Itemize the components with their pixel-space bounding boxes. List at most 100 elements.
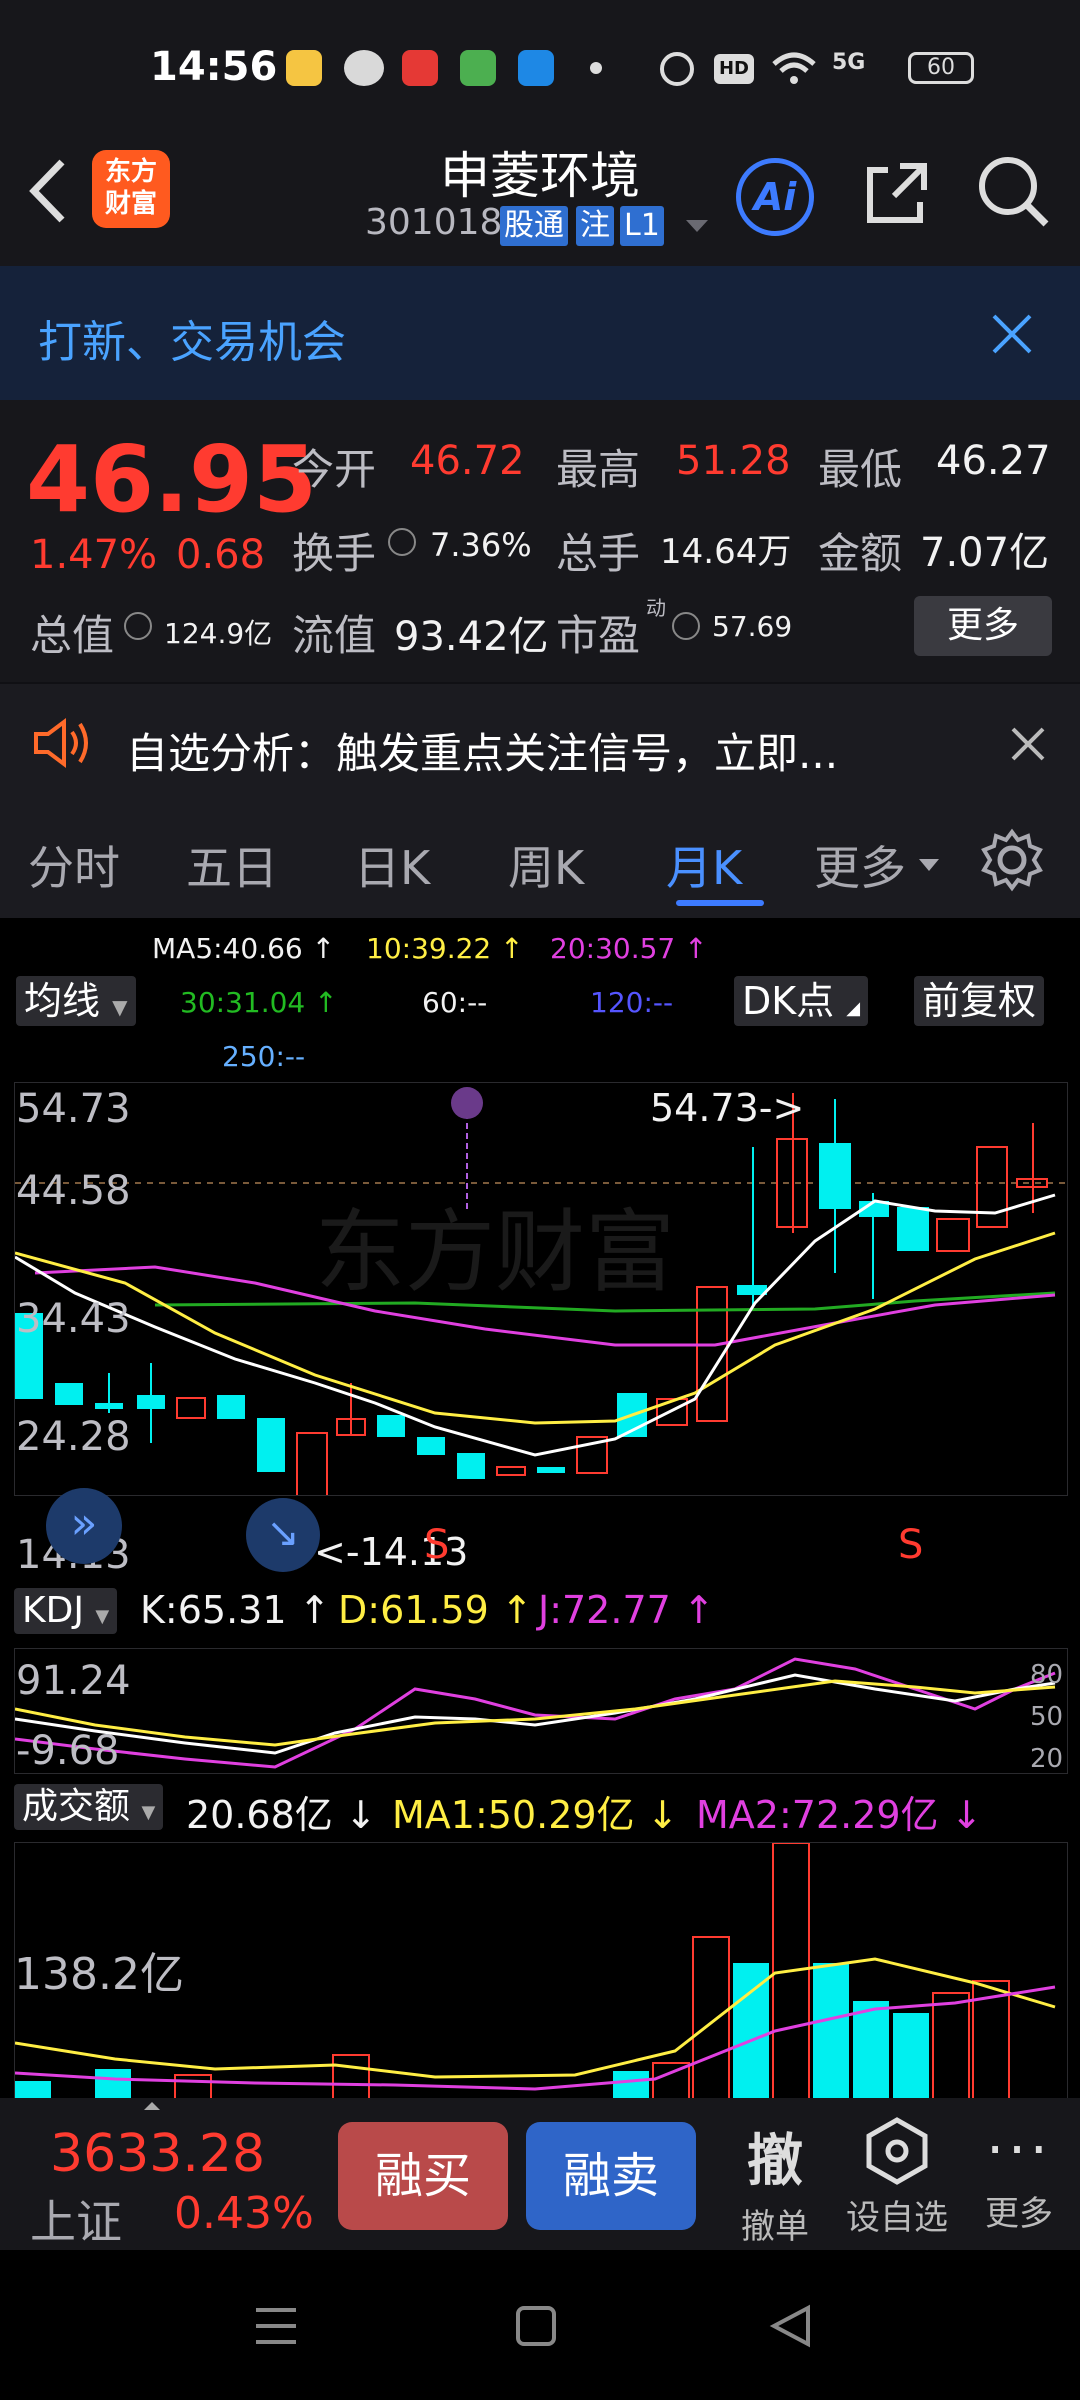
trade-bar: 3633.28 上证 0.43% 融买 融卖 撤 撤单 设自选 ··· 更多 (0, 2098, 1080, 2250)
candle (496, 1466, 526, 1476)
system-navigation-bar (0, 2250, 1080, 2400)
high-marker-dot (451, 1087, 483, 1119)
price-axis-3: 34.43 (16, 1296, 131, 1342)
volume-selector-button[interactable]: 成交额 ▼ (14, 1784, 164, 1830)
volume-bar (174, 2074, 212, 2099)
kdj-d-value: D:61.59 ↑ (338, 1588, 533, 1632)
add-watchlist-button[interactable]: 设自选 (842, 2116, 952, 2239)
candle (976, 1146, 1008, 1228)
back-nav-icon[interactable] (768, 2302, 814, 2350)
ma30-legend: 30:31.04 ↑ (180, 986, 338, 1019)
market-cap-label: 总值 (30, 611, 115, 660)
kdj-d-line (15, 1679, 1056, 1747)
candle (176, 1397, 206, 1419)
tab-daily-k[interactable]: 日K (354, 832, 430, 898)
ai-assistant-icon[interactable]: Ai (736, 158, 814, 236)
more-actions-button[interactable]: ··· 更多 (964, 2116, 1074, 2235)
price-axis-4: 24.28 (16, 1414, 131, 1460)
banner-text[interactable]: 打新、交易机会 (38, 306, 346, 370)
float-cap-value: 93.42亿 (394, 614, 549, 660)
tag-registered: 注 (576, 206, 614, 246)
pe-dynamic-sup: 动 (646, 596, 666, 620)
active-tab-indicator (676, 900, 764, 906)
battery-icon: 60 (908, 52, 974, 84)
kdj-panel[interactable] (14, 1648, 1068, 1774)
wechat-icon (344, 50, 384, 86)
candlestick-panel[interactable]: 东方财富 (14, 1082, 1068, 1496)
kdj-k-text: K:65.31 (140, 1588, 287, 1632)
close-icon[interactable] (1010, 726, 1046, 762)
low-label: 最低 (818, 445, 903, 494)
expand-up-icon[interactable] (144, 2102, 160, 2110)
kdj-level-50: 50 (1030, 1702, 1064, 1732)
tab-more[interactable]: 更多 (814, 832, 906, 898)
ma30-value: 30:31.04 (180, 986, 306, 1019)
open-value: 46.72 (410, 438, 525, 484)
network-5g-icon: 5G (832, 50, 866, 75)
more-dots-icon: ··· (986, 2118, 1052, 2183)
forward-adjust-button[interactable]: 前复权 (914, 976, 1045, 1026)
market-cap-value: 124.9亿 (164, 617, 273, 650)
home-icon[interactable] (514, 2304, 558, 2348)
kdj-j-text: J:72.77 (538, 1588, 671, 1632)
hidden-value-icon[interactable] (672, 612, 700, 640)
index-value[interactable]: 3633.28 (50, 2124, 265, 2184)
open-label: 今开 (292, 445, 377, 494)
kdj-level-20: 20 (1030, 1744, 1064, 1774)
ma250-legend: 250:-- (222, 1040, 306, 1073)
more-notifications-dot (590, 62, 602, 74)
pe-value: 57.69 (712, 610, 793, 643)
menu-icon[interactable] (252, 2304, 300, 2348)
app-notification-icon (286, 50, 322, 86)
fullscreen-toggle-icon[interactable]: ↘ (246, 1498, 320, 1572)
amount-label: 金额 (818, 529, 903, 578)
margin-buy-button[interactable]: 融买 (338, 2122, 508, 2230)
candle (55, 1383, 83, 1405)
hd-icon: HD (714, 54, 754, 84)
analysis-notice[interactable]: 自选分析：触发重点关注信号，立即... (0, 682, 1080, 802)
index-percent[interactable]: 0.43% (174, 2188, 314, 2239)
kdj-axis-bottom: -9.68 (16, 1728, 120, 1774)
volume-bar (692, 1936, 730, 2099)
tab-intraday[interactable]: 分时 (28, 832, 120, 898)
kdj-axis-top: 91.24 (16, 1658, 131, 1704)
ma-selector-button[interactable]: 均线 ▼ (16, 976, 136, 1026)
volume-bar (15, 2081, 51, 2099)
hidden-value-icon[interactable] (388, 528, 416, 556)
kline-chart-area: MA5:40.66 ↑ 10:39.22 ↑ 20:30.57 ↑ 均线 ▼ 3… (0, 918, 1080, 2100)
hidden-value-icon[interactable] (124, 612, 152, 640)
more-quote-button[interactable]: 更多 (914, 596, 1052, 656)
expand-arrows-icon[interactable]: » (46, 1488, 122, 1564)
dk-point-button[interactable]: DK点 ◢ (734, 976, 869, 1026)
tab-weekly-k[interactable]: 周K (508, 832, 584, 898)
ipo-banner[interactable]: 打新、交易机会 (0, 266, 1080, 400)
high-value: 51.28 (676, 438, 791, 484)
ma5-value: MA5:40.66 (152, 932, 303, 965)
search-icon[interactable] (976, 154, 1052, 230)
dropdown-arrow-icon[interactable] (684, 218, 710, 234)
change-percent: 1.47% (30, 532, 158, 578)
volume-value-text: 20.68亿 (186, 1793, 333, 1837)
index-name[interactable]: 上证 (30, 2186, 122, 2252)
price-axis-2: 44.58 (16, 1168, 131, 1214)
ma5-legend: MA5:40.66 ↑ (152, 932, 336, 965)
close-icon[interactable] (990, 312, 1034, 356)
kdj-j-line (15, 1657, 1056, 1769)
cancel-order-button[interactable]: 撤 撤单 (720, 2116, 830, 2248)
margin-sell-button[interactable]: 融卖 (526, 2122, 696, 2230)
kdj-selector-button[interactable]: KDJ ▼ (14, 1588, 118, 1634)
notice-text[interactable]: 自选分析：触发重点关注信号，立即... (126, 720, 838, 781)
settings-gear-icon[interactable] (980, 828, 1044, 892)
wifi-icon (772, 52, 816, 84)
high-label: 最高 (556, 445, 641, 494)
tab-five-day[interactable]: 五日 (186, 832, 278, 898)
share-icon[interactable] (860, 158, 932, 230)
kdj-j-value: J:72.77 ↑ (538, 1588, 715, 1632)
tab-monthly-k[interactable]: 月K (666, 832, 742, 898)
kdj-level-80: 80 (1030, 1660, 1064, 1690)
alarm-icon (660, 52, 694, 86)
volume-value: 20.68亿 ↓ (186, 1793, 377, 1837)
cancel-order-label: 撤单 (741, 2207, 809, 2247)
candle (897, 1207, 929, 1251)
candle (537, 1467, 565, 1473)
